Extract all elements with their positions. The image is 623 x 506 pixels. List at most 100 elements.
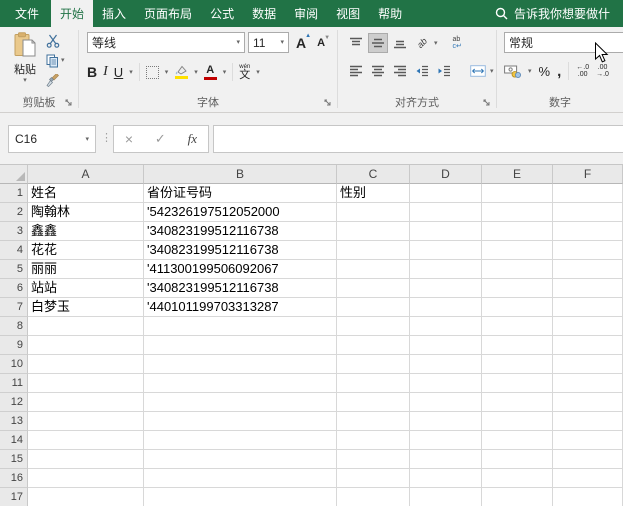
column-header-D[interactable]: D: [410, 165, 482, 184]
cell-C6[interactable]: [337, 279, 410, 298]
cell-C1[interactable]: 性别: [337, 184, 410, 203]
row-header-2[interactable]: 2: [0, 203, 28, 222]
tab-home[interactable]: 开始: [51, 0, 94, 27]
bold-button[interactable]: B: [87, 64, 97, 80]
cell-A6[interactable]: 站站: [28, 279, 144, 298]
align-right-button[interactable]: [390, 61, 410, 81]
cell-D2[interactable]: [410, 203, 482, 222]
cell-A4[interactable]: 花花: [28, 241, 144, 260]
cell-C4[interactable]: [337, 241, 410, 260]
cell-E7[interactable]: [482, 298, 553, 317]
formula-bar-grip[interactable]: ⋮: [101, 131, 112, 144]
cell-B14[interactable]: [144, 431, 337, 450]
cell-B10[interactable]: [144, 355, 337, 374]
column-header-F[interactable]: F: [553, 165, 623, 184]
cell-C17[interactable]: [337, 488, 410, 506]
cell-A3[interactable]: 鑫鑫: [28, 222, 144, 241]
cell-E15[interactable]: [482, 450, 553, 469]
cell-E17[interactable]: [482, 488, 553, 506]
cell-D13[interactable]: [410, 412, 482, 431]
clipboard-dialog-launcher[interactable]: [65, 99, 75, 109]
cell-D15[interactable]: [410, 450, 482, 469]
cell-F3[interactable]: [553, 222, 623, 241]
cell-D5[interactable]: [410, 260, 482, 279]
italic-button[interactable]: I: [103, 64, 108, 80]
align-middle-button[interactable]: [368, 33, 388, 53]
cell-B11[interactable]: [144, 374, 337, 393]
cell-F8[interactable]: [553, 317, 623, 336]
cell-C15[interactable]: [337, 450, 410, 469]
merge-center-button[interactable]: [468, 61, 488, 81]
cell-A16[interactable]: [28, 469, 144, 488]
wrap-text-button[interactable]: ab c↵: [452, 33, 472, 53]
cell-E5[interactable]: [482, 260, 553, 279]
cell-B7[interactable]: '440101199703313287: [144, 298, 337, 317]
tab-view[interactable]: 视图: [327, 0, 369, 27]
tell-me-search[interactable]: 告诉我你想要做什: [495, 0, 623, 27]
cell-F12[interactable]: [553, 393, 623, 412]
cell-C13[interactable]: [337, 412, 410, 431]
cell-E12[interactable]: [482, 393, 553, 412]
cell-D16[interactable]: [410, 469, 482, 488]
cell-C5[interactable]: [337, 260, 410, 279]
cell-F10[interactable]: [553, 355, 623, 374]
cell-F4[interactable]: [553, 241, 623, 260]
decrease-decimal-button[interactable]: .00 →.0: [596, 64, 609, 78]
align-center-button[interactable]: [368, 61, 388, 81]
row-header-15[interactable]: 15: [0, 450, 28, 469]
tab-formulas[interactable]: 公式: [201, 0, 243, 27]
cell-A1[interactable]: 姓名: [28, 184, 144, 203]
row-header-4[interactable]: 4: [0, 241, 28, 260]
cell-E1[interactable]: [482, 184, 553, 203]
cell-A13[interactable]: [28, 412, 144, 431]
cell-C14[interactable]: [337, 431, 410, 450]
align-left-button[interactable]: [346, 61, 366, 81]
cell-F6[interactable]: [553, 279, 623, 298]
cell-E8[interactable]: [482, 317, 553, 336]
tab-data[interactable]: 数据: [243, 0, 285, 27]
fill-color-button[interactable]: [174, 65, 188, 79]
cell-C2[interactable]: [337, 203, 410, 222]
comma-style-button[interactable]: ,: [557, 63, 561, 80]
tab-review[interactable]: 审阅: [285, 0, 327, 27]
cell-F9[interactable]: [553, 336, 623, 355]
font-name-combo[interactable]: 等线: [87, 32, 245, 53]
underline-button[interactable]: U: [114, 65, 123, 80]
tab-file[interactable]: 文件: [3, 0, 51, 27]
row-header-9[interactable]: 9: [0, 336, 28, 355]
font-color-button[interactable]: A: [203, 64, 217, 80]
row-header-12[interactable]: 12: [0, 393, 28, 412]
font-dialog-launcher[interactable]: [324, 99, 334, 109]
cell-E2[interactable]: [482, 203, 553, 222]
cell-A9[interactable]: [28, 336, 144, 355]
row-header-3[interactable]: 3: [0, 222, 28, 241]
cell-D9[interactable]: [410, 336, 482, 355]
cell-D4[interactable]: [410, 241, 482, 260]
row-header-7[interactable]: 7: [0, 298, 28, 317]
name-box[interactable]: C16: [8, 125, 96, 153]
cell-B13[interactable]: [144, 412, 337, 431]
cell-B12[interactable]: [144, 393, 337, 412]
orientation-button[interactable]: ab: [412, 33, 432, 53]
phonetic-guide-button[interactable]: wén 文: [239, 64, 250, 81]
cell-F1[interactable]: [553, 184, 623, 203]
cell-A5[interactable]: 丽丽: [28, 260, 144, 279]
cell-E6[interactable]: [482, 279, 553, 298]
cell-B1[interactable]: 省份证号码: [144, 184, 337, 203]
number-format-combo[interactable]: 常规: [504, 32, 623, 53]
cell-C10[interactable]: [337, 355, 410, 374]
row-header-10[interactable]: 10: [0, 355, 28, 374]
cell-A11[interactable]: [28, 374, 144, 393]
column-header-B[interactable]: B: [144, 165, 337, 184]
cell-B9[interactable]: [144, 336, 337, 355]
tab-help[interactable]: 帮助: [369, 0, 411, 27]
cell-B2[interactable]: '542326197512052000: [144, 203, 337, 222]
cell-F13[interactable]: [553, 412, 623, 431]
cell-B3[interactable]: '340823199512116738: [144, 222, 337, 241]
borders-button[interactable]: [145, 65, 159, 79]
row-header-11[interactable]: 11: [0, 374, 28, 393]
cut-button[interactable]: [46, 33, 76, 48]
cell-F7[interactable]: [553, 298, 623, 317]
select-all-button[interactable]: [0, 165, 28, 184]
cell-C8[interactable]: [337, 317, 410, 336]
